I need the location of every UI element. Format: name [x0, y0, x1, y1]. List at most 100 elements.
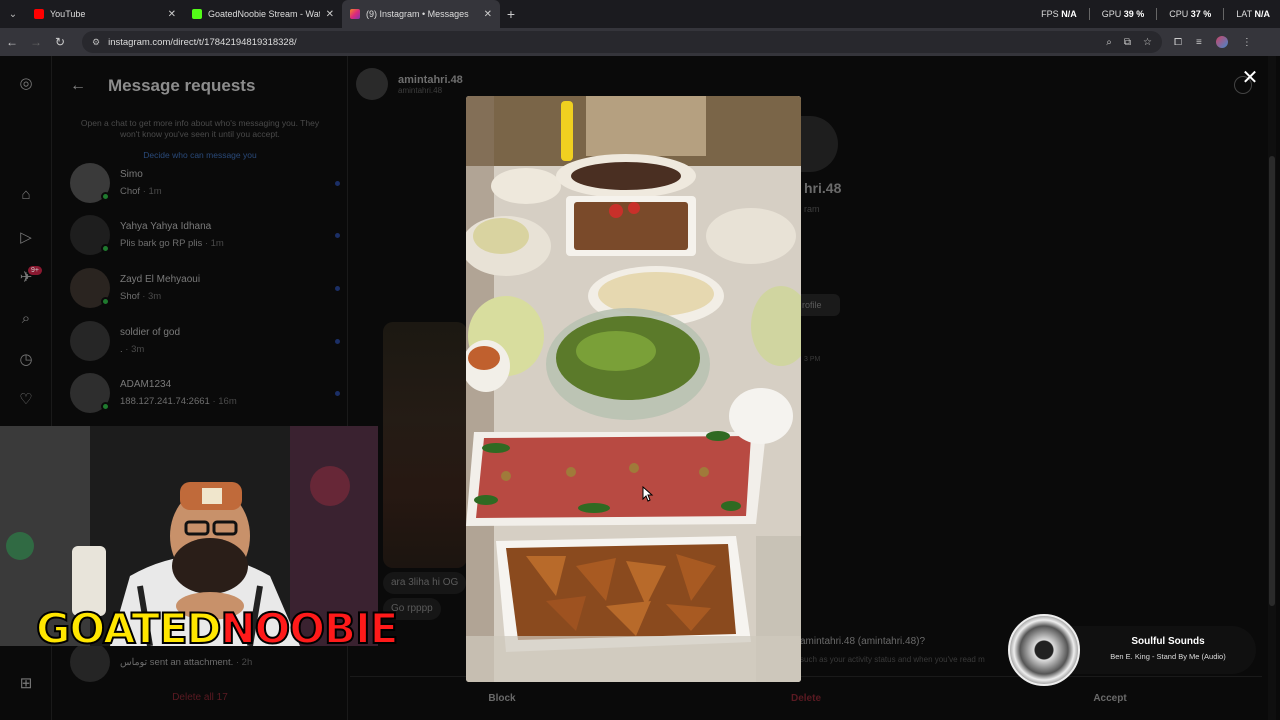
- instagram-logo-icon[interactable]: ◎: [16, 74, 36, 94]
- page-scrollbar[interactable]: [1268, 56, 1276, 720]
- requests-info-text: Open a chat to get more info about who's…: [80, 118, 320, 139]
- request-subtext: such as your activity status and when yo…: [800, 655, 985, 664]
- online-indicator: [101, 402, 110, 411]
- avatar: [356, 68, 388, 100]
- close-tab-icon[interactable]: ✕: [326, 9, 334, 20]
- youtube-favicon-icon: [34, 9, 44, 19]
- divider: [1223, 8, 1225, 20]
- avatar: [70, 215, 110, 255]
- panel-title: Message requests: [108, 76, 256, 95]
- avatar: [70, 268, 110, 308]
- unread-dot: [335, 285, 340, 291]
- unread-dot: [335, 338, 340, 344]
- profile-sub: ram: [804, 204, 820, 214]
- site-info-icon[interactable]: ⚙: [92, 37, 100, 48]
- apps-grid-icon[interactable]: ⊞: [16, 674, 36, 694]
- sender-name: soldier of god: [120, 327, 181, 338]
- sender-name: ADAM1234: [120, 379, 172, 390]
- close-viewer-button[interactable]: ✕: [1238, 66, 1262, 90]
- tab-title: GoatedNoobie Stream - Watch: [208, 9, 320, 19]
- message-preview: 188.127.241.74:2661 · 16m: [120, 396, 237, 407]
- lat-stat: LAT N/A: [1236, 9, 1270, 19]
- now-playing-widget: Soulful Sounds Ben E. King - Stand By Me…: [1008, 614, 1256, 686]
- notifications-heart-icon[interactable]: ♡: [16, 390, 36, 410]
- image-viewer[interactable]: [466, 96, 801, 682]
- profile-name: hri.48: [804, 180, 842, 196]
- message-settings-link[interactable]: Decide who can message you: [70, 150, 330, 160]
- timestamp: 3 PM: [804, 356, 821, 363]
- unread-dot: [335, 232, 340, 238]
- list-item[interactable]: Yahya Yahya Idhana Plis bark go RP plis …: [70, 212, 340, 258]
- tab-instagram-messages[interactable]: (9) Instagram • Messages ✕: [342, 0, 500, 28]
- view-profile-button[interactable]: rofile: [800, 294, 840, 316]
- tab-goatednoobie-stream[interactable]: GoatedNoobie Stream - Watch ✕: [184, 0, 342, 28]
- message-preview: توماس sent an attachment. · 2h: [120, 656, 253, 668]
- avatar: [70, 321, 110, 361]
- back-arrow-icon[interactable]: ←: [0, 35, 24, 49]
- install-app-icon[interactable]: ⧉: [1124, 37, 1131, 48]
- message-preview: . · 3m: [120, 344, 145, 355]
- kick-favicon-icon: [192, 9, 202, 19]
- explore-icon[interactable]: ◷: [16, 350, 36, 370]
- sender-name: Yahya Yahya Idhana: [120, 221, 212, 232]
- album-disc-icon: [1008, 614, 1080, 686]
- profile-avatar-icon[interactable]: [1215, 36, 1228, 48]
- reels-icon[interactable]: ▷: [16, 228, 36, 248]
- close-tab-icon[interactable]: ✕: [484, 9, 492, 20]
- menu-kebab-icon[interactable]: ⋮: [1242, 37, 1252, 48]
- zoom-icon[interactable]: ⌕: [1106, 37, 1112, 48]
- back-arrow-icon[interactable]: ←: [70, 77, 86, 95]
- list-item[interactable]: Zayd El Mehyaoui Shof · 3m: [70, 265, 340, 311]
- divider: [1156, 8, 1158, 20]
- address-toolbar: ← → ↻ ⚙ instagram.com/direct/t/178421948…: [0, 28, 1280, 56]
- online-indicator: [101, 192, 110, 201]
- search-icon[interactable]: ⌕: [16, 310, 36, 330]
- conversation-header[interactable]: amintahri.48 amintahri.48: [356, 68, 463, 100]
- gpu-stat: GPU 39 %: [1101, 9, 1145, 19]
- tab-search-button[interactable]: ⌄: [0, 0, 26, 28]
- cpu-stat: CPU 37 %: [1169, 9, 1212, 19]
- message-bubble: ara 3liha hi OG: [383, 572, 467, 594]
- message-preview: Plis bark go RP plis · 1m: [120, 238, 224, 249]
- profile-avatar: [800, 116, 838, 172]
- list-item[interactable]: soldier of god . · 3m: [70, 318, 340, 364]
- block-button[interactable]: Block: [350, 677, 654, 720]
- forward-arrow-icon[interactable]: →: [24, 35, 48, 49]
- extensions-icon[interactable]: ⧠: [1174, 37, 1182, 48]
- food-table-photo: [466, 96, 801, 682]
- request-question: amintahri.48 (amintahri.48)?: [800, 636, 926, 647]
- media-control-icon[interactable]: ≡: [1196, 37, 1202, 48]
- address-bar[interactable]: ⚙ instagram.com/direct/t/178421948193183…: [82, 31, 1162, 53]
- conversation-username: amintahri.48: [398, 73, 463, 86]
- tab-title: YouTube: [50, 9, 86, 19]
- divider: [1088, 8, 1090, 20]
- notification-badge: 9+: [28, 266, 42, 275]
- message-preview: Chof · 1m: [120, 186, 162, 197]
- tab-strip: ⌄ YouTube ✕ GoatedNoobie Stream - Watch …: [0, 0, 1280, 28]
- message-preview: Shof · 3m: [120, 291, 162, 302]
- close-tab-icon[interactable]: ✕: [168, 9, 176, 20]
- streamer-logo: GOATEDNOOBIE: [35, 603, 399, 654]
- profile-summary: hri.48 ram rofile 3 PM: [800, 116, 841, 363]
- list-item[interactable]: Simo Chof · 1m: [70, 160, 340, 206]
- tab-title: (9) Instagram • Messages: [366, 9, 469, 19]
- bookmark-star-icon[interactable]: ☆: [1143, 37, 1152, 48]
- new-tab-button[interactable]: +: [500, 6, 522, 22]
- instagram-favicon-icon: [350, 9, 360, 19]
- sent-image-thumbnail[interactable]: [383, 322, 467, 568]
- now-playing-title: Soulful Sounds: [1131, 636, 1205, 647]
- sender-name: Zayd El Mehyaoui: [120, 274, 201, 285]
- scrollbar-thumb[interactable]: [1269, 156, 1275, 606]
- tab-youtube[interactable]: YouTube ✕: [26, 0, 184, 28]
- home-icon[interactable]: ⌂: [16, 186, 36, 206]
- conversation-handle: amintahri.48: [398, 85, 443, 95]
- avatar: [70, 163, 110, 203]
- delete-button[interactable]: Delete: [654, 677, 958, 720]
- url-text[interactable]: instagram.com/direct/t/17842194819318328…: [108, 37, 297, 48]
- reload-icon[interactable]: ↻: [48, 35, 72, 49]
- now-playing-track: Ben E. King - Stand By Me (Audio): [1110, 652, 1226, 661]
- request-banner: amintahri.48 (amintahri.48)? such as you…: [800, 636, 985, 664]
- delete-all-button[interactable]: Delete all 17: [52, 692, 348, 703]
- list-item[interactable]: ADAM1234 188.127.241.74:2661 · 16m: [70, 370, 340, 416]
- online-indicator: [101, 297, 110, 306]
